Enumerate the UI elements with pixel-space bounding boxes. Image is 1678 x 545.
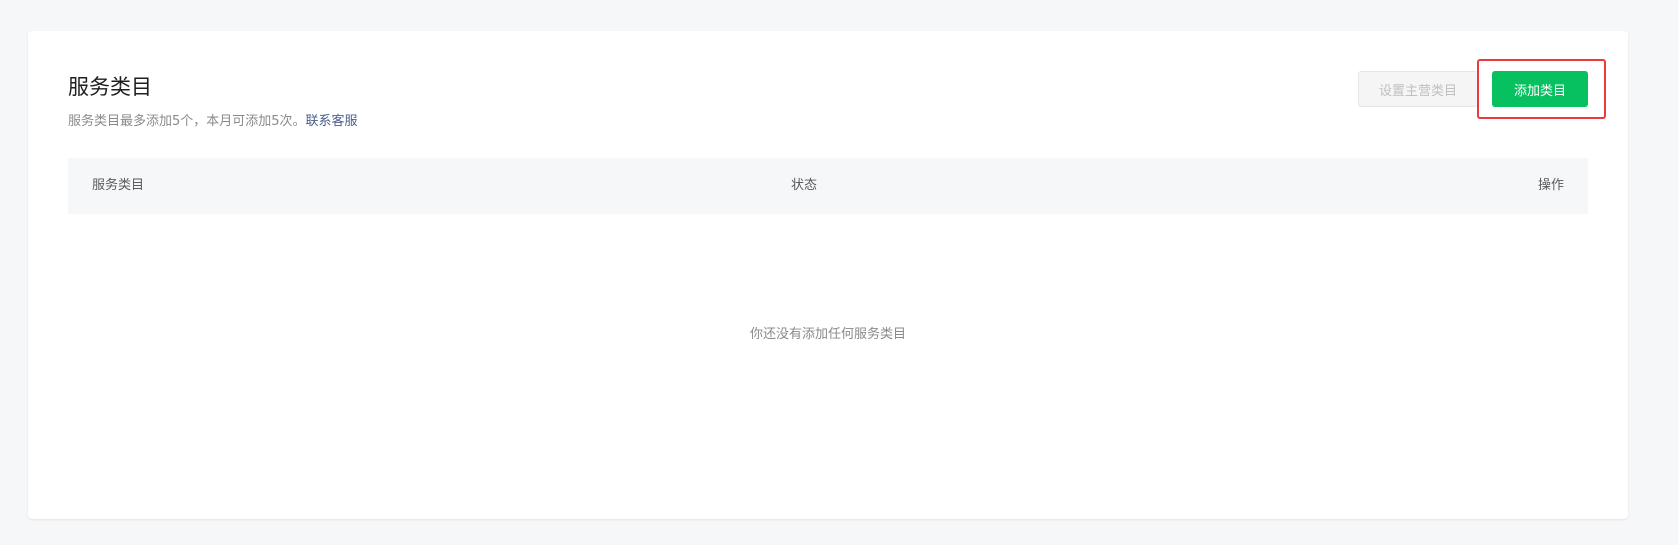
contact-support-link[interactable]: 联系客服 (306, 114, 358, 129)
description-text: 服务类目最多添加5个，本月可添加5次。 (68, 114, 306, 129)
set-main-category-button[interactable]: 设置主营类目 (1358, 71, 1478, 107)
add-category-button[interactable]: 添加类目 (1492, 71, 1588, 107)
column-header-status: 状态 (791, 178, 818, 193)
table-header: 服务类目 状态 操作 (68, 158, 1588, 214)
category-description: 服务类目最多添加5个，本月可添加5次。联系客服 (68, 113, 358, 131)
page-title: 服务类目 (68, 75, 152, 99)
column-header-category: 服务类目 (92, 178, 145, 193)
service-category-card: 服务类目 服务类目最多添加5个，本月可添加5次。联系客服 设置主营类目 添加类目… (28, 31, 1628, 519)
column-header-action: 操作 (1537, 178, 1564, 193)
empty-state-message: 你还没有添加任何服务类目 (749, 327, 906, 342)
